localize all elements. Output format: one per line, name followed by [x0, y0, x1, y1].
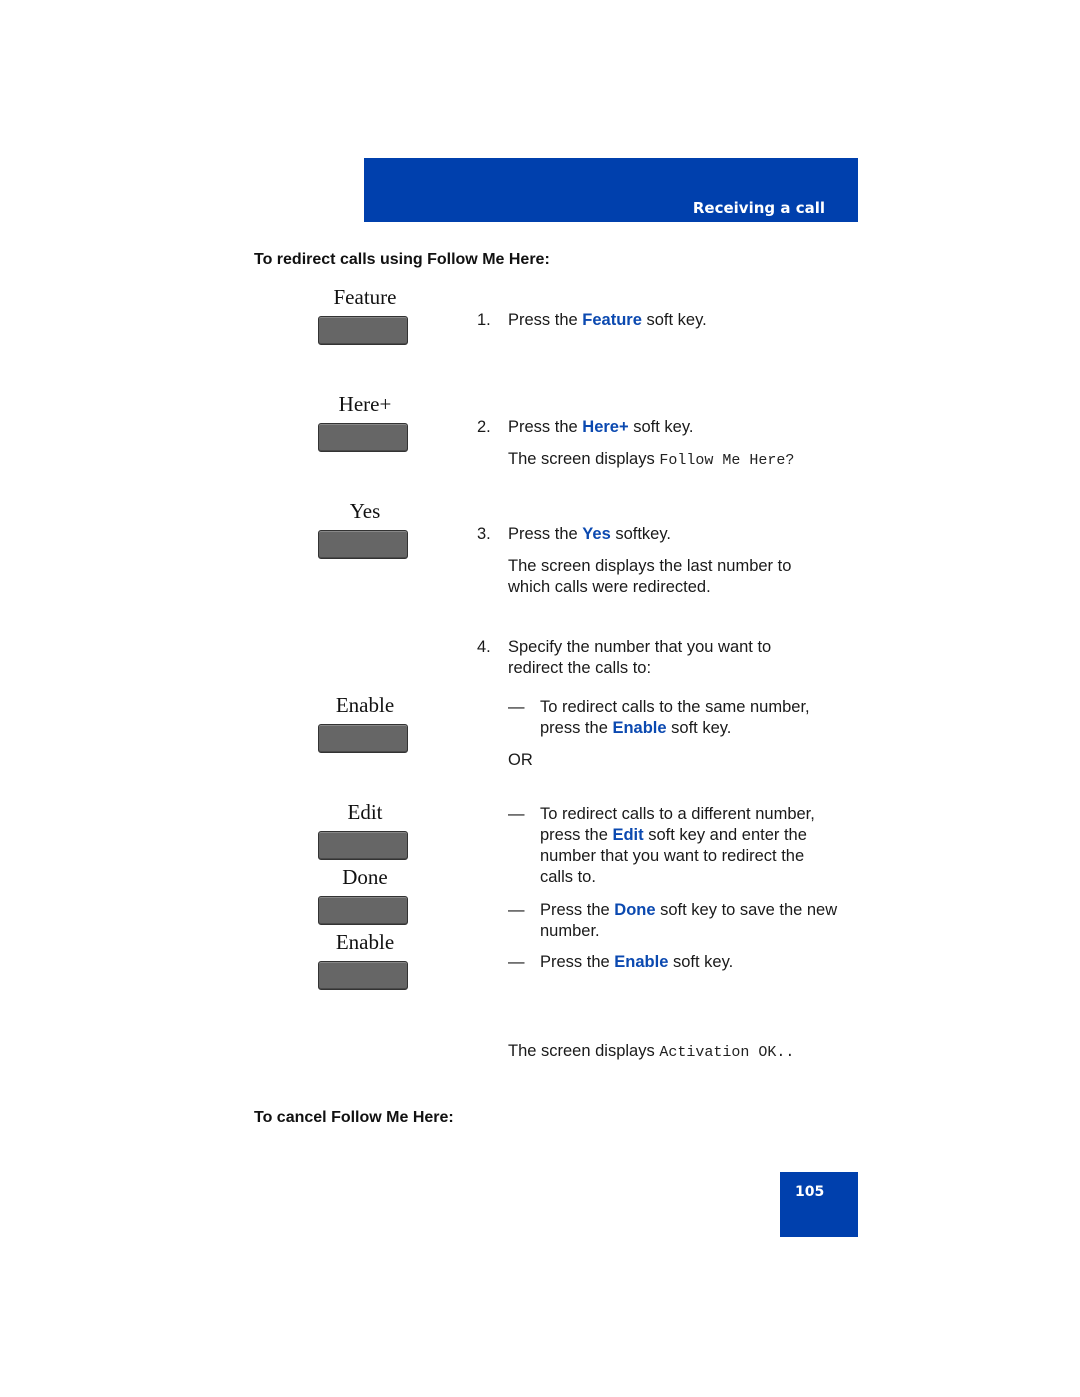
keyword-here-plus: Here+	[582, 418, 629, 436]
sub-item-text: soft key.	[666, 719, 732, 737]
step-number: 1.	[477, 311, 491, 329]
enable-softkey-button[interactable]	[318, 724, 408, 753]
softkey-label: Done	[342, 865, 388, 889]
keyword-done: Done	[614, 901, 656, 919]
step-text: Specify the number that you want to redi…	[508, 638, 772, 677]
softkey-label: Enable	[335, 693, 395, 717]
step-2: 2. Press the Here+ soft key.	[477, 417, 857, 438]
yes-softkey-button[interactable]	[318, 530, 408, 559]
page-number: 105	[795, 1184, 825, 1200]
keyword-enable: Enable	[614, 953, 669, 971]
dash-bullet: —	[508, 953, 525, 971]
softkey-label: Here+	[338, 392, 392, 416]
step-number: 2.	[477, 418, 491, 436]
sub-item-different-number: — To redirect calls to a different numbe…	[508, 804, 828, 888]
step-3: 3. Press the Yes softkey.	[477, 524, 857, 545]
softkey-label: Feature	[333, 285, 397, 309]
section-heading: To redirect calls using Follow Me Here:	[254, 251, 550, 268]
sub-item-done: — Press the Done soft key to save the ne…	[508, 900, 838, 942]
cancel-heading: To cancel Follow Me Here:	[254, 1109, 454, 1126]
screen-display-text: Follow Me Here?	[659, 452, 795, 469]
softkey-label: Edit	[347, 800, 383, 824]
step-number: 4.	[477, 638, 491, 656]
dash-bullet: —	[508, 805, 525, 823]
page-number-box: 105	[780, 1172, 858, 1237]
step-4: 4. Specify the number that you want to re…	[477, 637, 857, 679]
step-text: soft key.	[628, 418, 694, 436]
note-text: The screen displays	[508, 1042, 660, 1060]
edit-softkey-button[interactable]	[318, 831, 408, 860]
softkey-label: Yes	[349, 499, 381, 523]
dash-bullet: —	[508, 698, 525, 716]
keyword-feature: Feature	[582, 311, 642, 329]
enable-softkey-button[interactable]	[318, 961, 408, 990]
sub-item-text: soft key.	[668, 953, 734, 971]
sub-item-enable: — Press the Enable soft key.	[508, 952, 838, 973]
step-text: Press the	[508, 418, 583, 436]
sub-item-text: Press the	[540, 953, 615, 971]
note-text: The screen displays	[508, 450, 660, 468]
sub-item-same-number: — To redirect calls to the same number, …	[508, 697, 828, 739]
done-softkey-button[interactable]	[318, 896, 408, 925]
final-note: The screen displays Activation OK..	[508, 1041, 868, 1063]
step-text: Press the	[508, 525, 583, 543]
or-label: OR	[508, 751, 533, 769]
dash-bullet: —	[508, 901, 525, 919]
keyword-enable: Enable	[612, 719, 667, 737]
keyword-edit: Edit	[612, 826, 644, 844]
chapter-header-band: Receiving a call	[364, 158, 858, 222]
keyword-yes: Yes	[582, 525, 611, 543]
feature-softkey-button[interactable]	[318, 316, 408, 345]
step-text: soft key.	[641, 311, 707, 329]
sub-item-text: Press the	[540, 901, 615, 919]
here-plus-softkey-button[interactable]	[318, 423, 408, 452]
screen-display-text: Activation OK..	[659, 1044, 795, 1061]
softkey-label: Enable	[335, 930, 395, 954]
chapter-title: Receiving a call	[692, 199, 825, 217]
step-number: 3.	[477, 525, 491, 543]
step-2-note: The screen displays Follow Me Here?	[508, 449, 848, 471]
step-text: softkey.	[610, 525, 671, 543]
step-1: 1. Press the Feature soft key.	[477, 310, 857, 331]
step-text: Press the	[508, 311, 583, 329]
step-3-note: The screen displays the last number to w…	[508, 557, 792, 596]
